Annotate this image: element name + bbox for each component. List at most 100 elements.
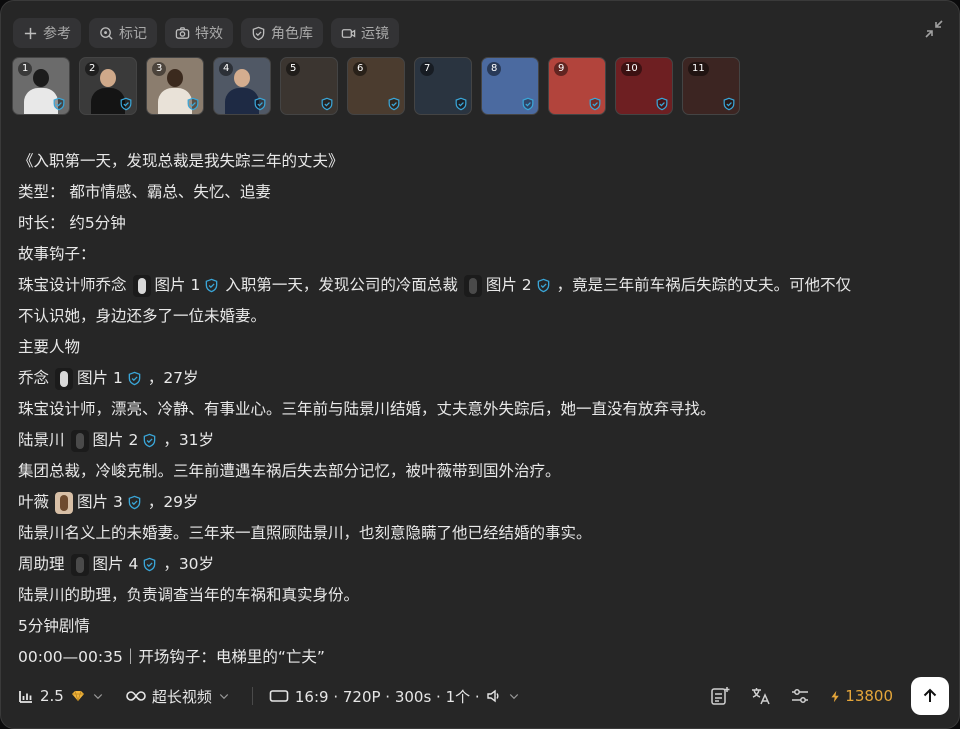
reference-thumbnail[interactable]: 1 [12, 57, 70, 115]
verified-shield-icon [128, 495, 141, 510]
image-ref-2[interactable]: 图片 2 [70, 425, 158, 456]
verified-shield-icon [522, 97, 534, 111]
image-ref-1[interactable]: 图片 1 [132, 270, 220, 301]
camera-icon [175, 26, 190, 39]
thumbnail-number: 9 [554, 62, 569, 76]
character-age: ，29岁 [147, 493, 199, 511]
character-name: 陆景川 [18, 431, 65, 449]
settings-sliders-icon[interactable] [789, 685, 811, 707]
shield-icon [252, 26, 265, 40]
verified-shield-icon [321, 97, 333, 111]
verified-shield-icon [537, 278, 549, 293]
thumbnail-number: 6 [353, 62, 368, 76]
thumbnail-number: 5 [286, 62, 301, 76]
divider [251, 687, 253, 705]
character-age: ，31岁 [163, 431, 215, 449]
model-version: 2.5 [40, 687, 64, 705]
verified-shield-icon [53, 97, 65, 111]
reference-thumbnail[interactable]: 7 [414, 57, 472, 115]
gem-icon [71, 690, 84, 702]
image-ref-2[interactable]: 图片 2 [463, 270, 551, 301]
character-age: ，27岁 [147, 369, 199, 387]
character-name: 叶薇 [18, 493, 50, 511]
verified-shield-icon [254, 97, 266, 111]
credits-value: 13800 [845, 687, 893, 705]
reference-thumbnail[interactable]: 8 [481, 57, 539, 115]
script-title: 《入职第一天，发现总裁是我失踪三年的丈夫》 [18, 152, 344, 170]
translate-icon[interactable] [749, 685, 771, 707]
reference-thumbnail[interactable]: 5 [280, 57, 338, 115]
model-selector[interactable]: 2.5 [18, 687, 104, 705]
avatar [70, 429, 89, 452]
effects-label: 特效 [195, 26, 223, 42]
image-ref-label: 图片 3 [77, 493, 123, 511]
video-params-selector[interactable]: 16:9 · 720P · 300s · 1个 · [269, 686, 520, 707]
aspect-ratio-icon [269, 690, 289, 702]
bar-chart-icon [19, 691, 32, 703]
hook-text-a: 珠宝设计师乔念 [18, 276, 127, 294]
character-name: 乔念 [18, 369, 50, 387]
chevron-down-icon [219, 694, 229, 700]
characters-label: 主要人物 [18, 338, 81, 356]
hook-text-c: ，竟是三年前车祸后失踪的丈夫。可他不仅 [556, 276, 852, 294]
image-ref-label: 图片 2 [485, 276, 532, 294]
speaker-icon [486, 689, 499, 703]
character-age: ，30岁 [163, 555, 215, 573]
image-ref-label: 图片 2 [92, 431, 139, 449]
character-name: 周助理 [18, 555, 65, 573]
send-button[interactable] [911, 677, 949, 715]
chevron-down-icon [509, 694, 518, 700]
hook-line-cont: 不认识她，身边还多了一位未婚妻。 [18, 307, 267, 325]
avatar [463, 274, 482, 297]
image-ref-label: 图片 4 [92, 555, 139, 573]
reference-thumbnail[interactable]: 10 [615, 57, 673, 115]
character-1-desc: 珠宝设计师，漂亮、冷静、有事业心。三年前与陆景川结婚，丈夫意外失踪后，她一直没有… [18, 400, 716, 418]
image-ref-1[interactable]: 图片 1 [55, 363, 142, 394]
verified-shield-icon [144, 433, 156, 448]
camera-movement-button[interactable]: 运镜 [331, 18, 399, 48]
infinity-icon [126, 691, 146, 701]
character-1: 乔念 图片 1 ，27岁 [18, 363, 948, 394]
thumbnail-number: 8 [487, 62, 502, 76]
character-library-button[interactable]: 角色库 [241, 18, 323, 48]
character-3-desc: 陆景川名义上的未婚妻。三年来一直照顾陆景川，也刻意隐瞒了他已经结婚的事实。 [18, 524, 592, 542]
collapse-icon[interactable] [923, 18, 945, 40]
verified-shield-icon [455, 97, 467, 111]
image-ref-label: 图片 1 [77, 369, 123, 387]
verified-shield-icon [187, 97, 199, 111]
thumbnail-number: 7 [420, 62, 435, 76]
reference-thumbnail[interactable]: 6 [347, 57, 405, 115]
hook-label: 故事钩子： [18, 245, 96, 263]
character-4-desc: 陆景川的助理，负责调查当年的车祸和真实身份。 [18, 586, 360, 604]
hook-line: 珠宝设计师乔念 图片 1 入职第一天，发现公司的冷面总裁 图片 2 ，竟是三年前车祸后失… [18, 270, 948, 301]
effects-button[interactable]: 特效 [165, 18, 233, 48]
avatar [132, 274, 151, 297]
add-list-icon[interactable] [709, 685, 731, 707]
image-ref-3[interactable]: 图片 3 [55, 487, 142, 518]
mode-selector[interactable]: 超长视频 [126, 686, 230, 707]
reference-thumbnails: 1 2 3 4 5 6 7 8 9 10 11 [12, 57, 740, 115]
bottom-right-actions: 13800 [709, 676, 949, 716]
verified-shield-icon [589, 97, 601, 111]
script-content[interactable]: 《入职第一天，发现总裁是我失踪三年的丈夫》 类型： 都市情感、霸总、失忆、追妻 … [18, 146, 948, 673]
image-ref-4[interactable]: 图片 4 [70, 549, 158, 580]
reference-thumbnail[interactable]: 9 [548, 57, 606, 115]
plot-label: 5分钟剧情 [18, 617, 90, 635]
target-icon [100, 26, 113, 40]
reference-thumbnail[interactable]: 11 [682, 57, 740, 115]
character-4: 周助理 图片 4 ，30岁 [18, 549, 948, 580]
reference-button[interactable]: 参考 [13, 18, 81, 48]
verified-shield-icon [128, 371, 141, 386]
thumbnail-number: 10 [621, 62, 642, 76]
lightning-icon [831, 690, 840, 702]
reference-thumbnail[interactable]: 2 [79, 57, 137, 115]
plot-line-1: 00:00—00:35｜开场钩子：电梯里的“亡夫” [18, 648, 325, 666]
video-icon [341, 28, 356, 38]
video-params: 16:9 · 720P · 300s · 1个 · [294, 687, 480, 706]
mark-button[interactable]: 标记 [89, 18, 157, 48]
plus-icon [24, 27, 37, 39]
verified-shield-icon [120, 97, 132, 111]
reference-thumbnail[interactable]: 3 [146, 57, 204, 115]
arrow-up-icon [923, 688, 937, 702]
reference-thumbnail[interactable]: 4 [213, 57, 271, 115]
